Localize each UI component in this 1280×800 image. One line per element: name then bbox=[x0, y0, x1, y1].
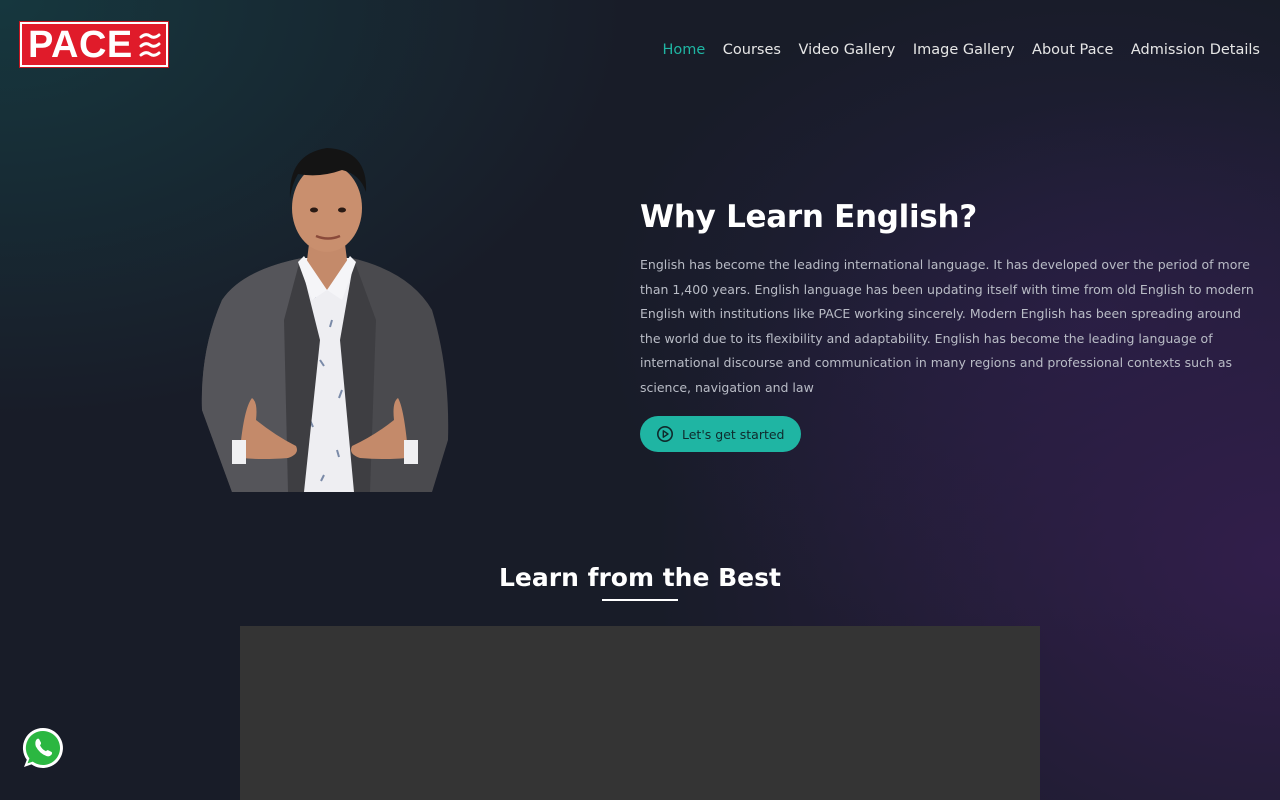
cta-label: Let's get started bbox=[682, 426, 785, 442]
hero-description: English has become the leading internati… bbox=[640, 257, 1254, 395]
hero-title: Why Learn English? bbox=[640, 199, 977, 235]
video-player[interactable] bbox=[240, 626, 1040, 800]
logo-waves-icon bbox=[139, 33, 161, 57]
lets-get-started-button[interactable]: Let's get started bbox=[640, 416, 801, 452]
logo-text: PACE bbox=[28, 23, 133, 66]
nav-video-gallery[interactable]: Video Gallery bbox=[798, 39, 895, 61]
main-nav: Home Courses Video Gallery Image Gallery… bbox=[645, 39, 1260, 61]
nav-courses[interactable]: Courses bbox=[723, 39, 781, 61]
section-title: Learn from the Best bbox=[499, 563, 781, 592]
nav-admission-details[interactable]: Admission Details bbox=[1131, 39, 1260, 61]
instructor-photo bbox=[201, 148, 449, 492]
hero-section: Why Learn English? English has become th… bbox=[640, 196, 1260, 452]
pace-logo[interactable]: PACE bbox=[20, 22, 168, 67]
nav-home[interactable]: Home bbox=[662, 39, 705, 61]
play-circle-icon bbox=[657, 426, 673, 442]
nav-image-gallery[interactable]: Image Gallery bbox=[913, 39, 1015, 61]
section-title-underline bbox=[602, 599, 678, 601]
nav-about-pace[interactable]: About Pace bbox=[1032, 39, 1113, 61]
whatsapp-icon[interactable] bbox=[21, 726, 65, 770]
site-header: PACE Home Courses Video Gallery Image Ga… bbox=[0, 0, 1280, 100]
